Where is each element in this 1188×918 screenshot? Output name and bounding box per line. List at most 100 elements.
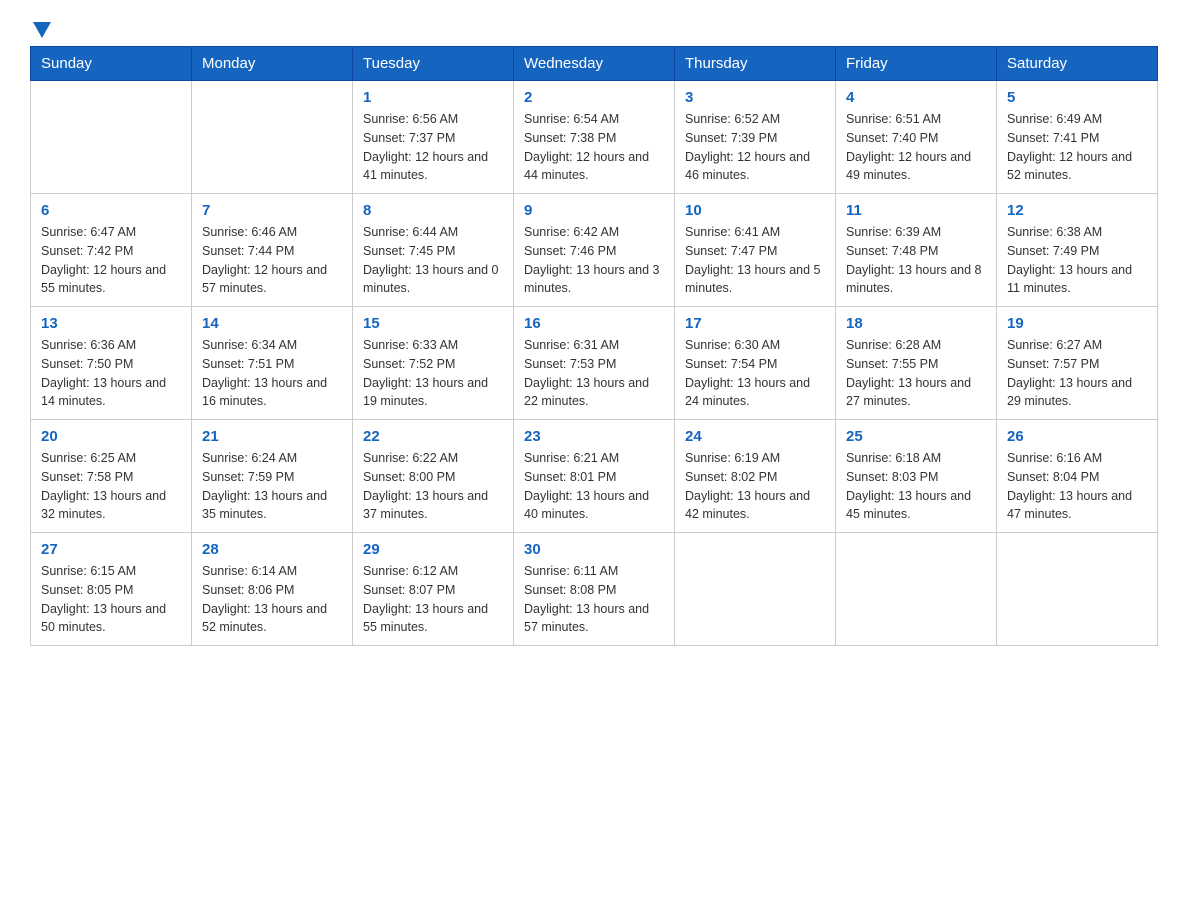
day-info: Sunrise: 6:51 AMSunset: 7:40 PMDaylight:… [846, 110, 986, 185]
calendar-cell: 18 Sunrise: 6:28 AMSunset: 7:55 PMDayligh… [836, 307, 997, 420]
week-row-4: 20 Sunrise: 6:25 AMSunset: 7:58 PMDayligh… [31, 420, 1158, 533]
day-number: 24 [685, 428, 825, 445]
day-number: 30 [524, 541, 664, 558]
day-info: Sunrise: 6:44 AMSunset: 7:45 PMDaylight:… [363, 223, 503, 298]
calendar-cell: 6 Sunrise: 6:47 AMSunset: 7:42 PMDaylight… [31, 194, 192, 307]
weekday-header-tuesday: Tuesday [353, 47, 514, 81]
day-number: 14 [202, 315, 342, 332]
day-info: Sunrise: 6:25 AMSunset: 7:58 PMDaylight:… [41, 449, 181, 524]
calendar-cell: 3 Sunrise: 6:52 AMSunset: 7:39 PMDaylight… [675, 81, 836, 194]
day-number: 3 [685, 89, 825, 106]
day-info: Sunrise: 6:46 AMSunset: 7:44 PMDaylight:… [202, 223, 342, 298]
weekday-header-row: SundayMondayTuesdayWednesdayThursdayFrid… [31, 47, 1158, 81]
day-number: 10 [685, 202, 825, 219]
calendar-cell: 7 Sunrise: 6:46 AMSunset: 7:44 PMDaylight… [192, 194, 353, 307]
day-number: 9 [524, 202, 664, 219]
day-info: Sunrise: 6:24 AMSunset: 7:59 PMDaylight:… [202, 449, 342, 524]
calendar-cell [836, 533, 997, 646]
day-info: Sunrise: 6:47 AMSunset: 7:42 PMDaylight:… [41, 223, 181, 298]
weekday-header-monday: Monday [192, 47, 353, 81]
day-info: Sunrise: 6:18 AMSunset: 8:03 PMDaylight:… [846, 449, 986, 524]
day-number: 2 [524, 89, 664, 106]
calendar-cell: 25 Sunrise: 6:18 AMSunset: 8:03 PMDayligh… [836, 420, 997, 533]
day-number: 28 [202, 541, 342, 558]
page-header [30, 20, 1158, 36]
day-info: Sunrise: 6:34 AMSunset: 7:51 PMDaylight:… [202, 336, 342, 411]
day-number: 6 [41, 202, 181, 219]
day-info: Sunrise: 6:31 AMSunset: 7:53 PMDaylight:… [524, 336, 664, 411]
day-info: Sunrise: 6:16 AMSunset: 8:04 PMDaylight:… [1007, 449, 1147, 524]
day-number: 19 [1007, 315, 1147, 332]
calendar-cell: 5 Sunrise: 6:49 AMSunset: 7:41 PMDaylight… [997, 81, 1158, 194]
calendar-cell [192, 81, 353, 194]
day-info: Sunrise: 6:14 AMSunset: 8:06 PMDaylight:… [202, 562, 342, 637]
calendar-cell: 19 Sunrise: 6:27 AMSunset: 7:57 PMDayligh… [997, 307, 1158, 420]
weekday-header-friday: Friday [836, 47, 997, 81]
calendar-cell: 4 Sunrise: 6:51 AMSunset: 7:40 PMDaylight… [836, 81, 997, 194]
day-number: 27 [41, 541, 181, 558]
calendar-cell: 12 Sunrise: 6:38 AMSunset: 7:49 PMDayligh… [997, 194, 1158, 307]
day-number: 12 [1007, 202, 1147, 219]
day-info: Sunrise: 6:36 AMSunset: 7:50 PMDaylight:… [41, 336, 181, 411]
day-number: 5 [1007, 89, 1147, 106]
day-info: Sunrise: 6:38 AMSunset: 7:49 PMDaylight:… [1007, 223, 1147, 298]
day-number: 21 [202, 428, 342, 445]
week-row-1: 1Sunrise: 6:56 AMSunset: 7:37 PMDaylight… [31, 81, 1158, 194]
day-number: 23 [524, 428, 664, 445]
day-number: 13 [41, 315, 181, 332]
day-number: 26 [1007, 428, 1147, 445]
day-number: 4 [846, 89, 986, 106]
calendar-table: SundayMondayTuesdayWednesdayThursdayFrid… [30, 46, 1158, 646]
day-info: Sunrise: 6:39 AMSunset: 7:48 PMDaylight:… [846, 223, 986, 298]
weekday-header-thursday: Thursday [675, 47, 836, 81]
calendar-cell: 15 Sunrise: 6:33 AMSunset: 7:52 PMDayligh… [353, 307, 514, 420]
day-info: Sunrise: 6:30 AMSunset: 7:54 PMDaylight:… [685, 336, 825, 411]
day-info: Sunrise: 6:27 AMSunset: 7:57 PMDaylight:… [1007, 336, 1147, 411]
calendar-cell: 30 Sunrise: 6:11 AMSunset: 8:08 PMDayligh… [514, 533, 675, 646]
calendar-cell: 11 Sunrise: 6:39 AMSunset: 7:48 PMDayligh… [836, 194, 997, 307]
day-info: Sunrise: 6:11 AMSunset: 8:08 PMDaylight:… [524, 562, 664, 637]
day-info: Sunrise: 6:52 AMSunset: 7:39 PMDaylight:… [685, 110, 825, 185]
calendar-cell: 14 Sunrise: 6:34 AMSunset: 7:51 PMDayligh… [192, 307, 353, 420]
calendar-cell: 10 Sunrise: 6:41 AMSunset: 7:47 PMDayligh… [675, 194, 836, 307]
day-number: 15 [363, 315, 503, 332]
day-number: 11 [846, 202, 986, 219]
day-number: 1 [363, 89, 503, 106]
day-info: Sunrise: 6:21 AMSunset: 8:01 PMDaylight:… [524, 449, 664, 524]
day-info: Sunrise: 6:19 AMSunset: 8:02 PMDaylight:… [685, 449, 825, 524]
day-number: 18 [846, 315, 986, 332]
logo-arrow-icon [33, 22, 51, 38]
calendar-cell: 13 Sunrise: 6:36 AMSunset: 7:50 PMDayligh… [31, 307, 192, 420]
calendar-cell: 9 Sunrise: 6:42 AMSunset: 7:46 PMDaylight… [514, 194, 675, 307]
day-number: 7 [202, 202, 342, 219]
day-number: 16 [524, 315, 664, 332]
day-info: Sunrise: 6:12 AMSunset: 8:07 PMDaylight:… [363, 562, 503, 637]
calendar-cell: 26 Sunrise: 6:16 AMSunset: 8:04 PMDayligh… [997, 420, 1158, 533]
calendar-cell [997, 533, 1158, 646]
day-number: 17 [685, 315, 825, 332]
day-info: Sunrise: 6:42 AMSunset: 7:46 PMDaylight:… [524, 223, 664, 298]
logo [30, 20, 51, 36]
day-info: Sunrise: 6:28 AMSunset: 7:55 PMDaylight:… [846, 336, 986, 411]
calendar-cell: 22 Sunrise: 6:22 AMSunset: 8:00 PMDayligh… [353, 420, 514, 533]
day-info: Sunrise: 6:49 AMSunset: 7:41 PMDaylight:… [1007, 110, 1147, 185]
calendar-cell: 27 Sunrise: 6:15 AMSunset: 8:05 PMDayligh… [31, 533, 192, 646]
day-info: Sunrise: 6:33 AMSunset: 7:52 PMDaylight:… [363, 336, 503, 411]
calendar-cell [31, 81, 192, 194]
day-number: 22 [363, 428, 503, 445]
weekday-header-saturday: Saturday [997, 47, 1158, 81]
calendar-cell: 21 Sunrise: 6:24 AMSunset: 7:59 PMDayligh… [192, 420, 353, 533]
day-info: Sunrise: 6:15 AMSunset: 8:05 PMDaylight:… [41, 562, 181, 637]
weekday-header-sunday: Sunday [31, 47, 192, 81]
calendar-cell: 2Sunrise: 6:54 AMSunset: 7:38 PMDaylight… [514, 81, 675, 194]
day-info: Sunrise: 6:41 AMSunset: 7:47 PMDaylight:… [685, 223, 825, 298]
calendar-cell: 20 Sunrise: 6:25 AMSunset: 7:58 PMDayligh… [31, 420, 192, 533]
week-row-5: 27 Sunrise: 6:15 AMSunset: 8:05 PMDayligh… [31, 533, 1158, 646]
calendar-cell: 29Sunrise: 6:12 AMSunset: 8:07 PMDayligh… [353, 533, 514, 646]
weekday-header-wednesday: Wednesday [514, 47, 675, 81]
day-number: 25 [846, 428, 986, 445]
day-info: Sunrise: 6:22 AMSunset: 8:00 PMDaylight:… [363, 449, 503, 524]
week-row-2: 6 Sunrise: 6:47 AMSunset: 7:42 PMDaylight… [31, 194, 1158, 307]
day-number: 20 [41, 428, 181, 445]
week-row-3: 13 Sunrise: 6:36 AMSunset: 7:50 PMDayligh… [31, 307, 1158, 420]
